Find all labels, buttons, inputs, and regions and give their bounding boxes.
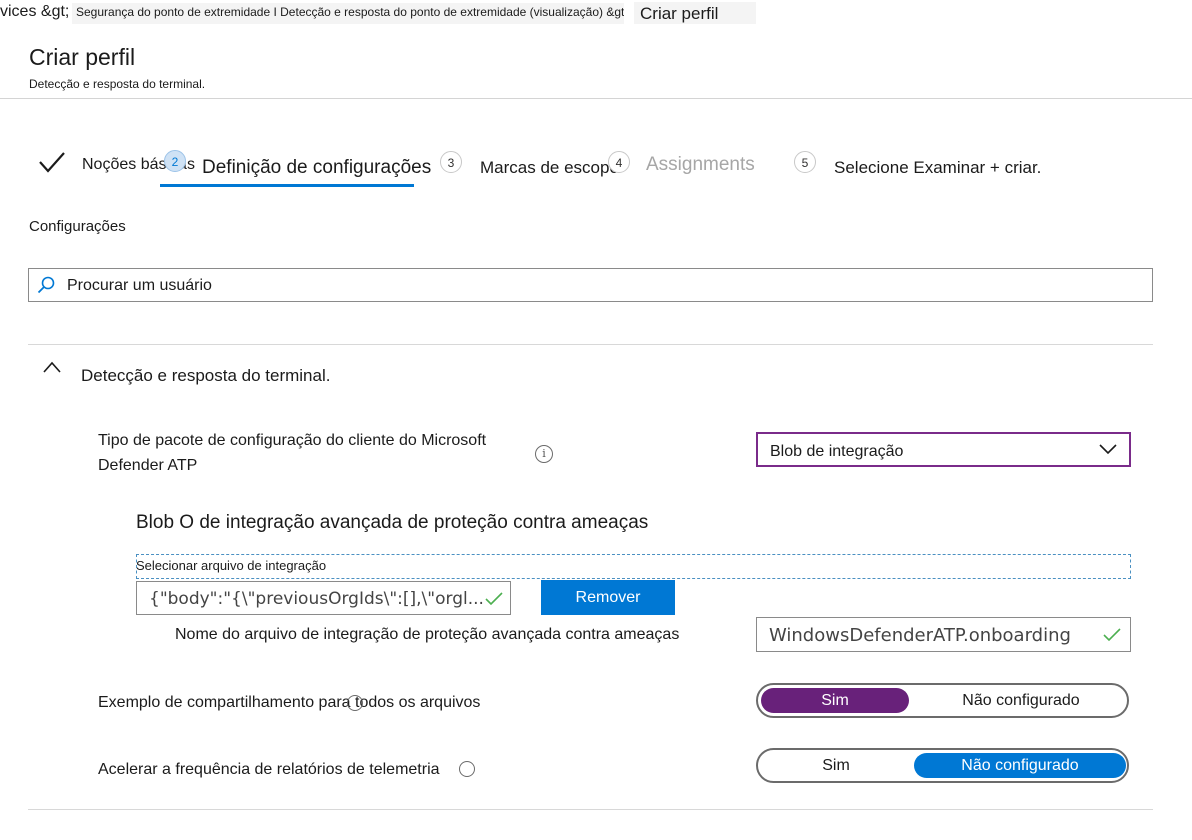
package-type-selected: Blob de integração xyxy=(770,443,904,460)
step-scope-tags[interactable]: Marcas de escopo xyxy=(480,158,619,178)
active-step-underline xyxy=(160,184,414,187)
onboarding-blob-heading: Blob O de integração avançada de proteçã… xyxy=(136,512,649,533)
file-select-label[interactable]: Selecionar arquivo de integração xyxy=(136,558,326,573)
chevron-down-icon xyxy=(1099,444,1117,455)
breadcrumb-devices[interactable]: vices &gt; xyxy=(0,3,69,21)
step-review-create[interactable]: Selecione Examinar + criar. xyxy=(834,158,1041,178)
package-type-dropdown[interactable]: Blob de integração xyxy=(756,432,1131,467)
step-number-3: 3 xyxy=(440,151,462,173)
valid-check-icon xyxy=(485,592,503,606)
package-type-label-line2: Defender ATP xyxy=(98,457,198,474)
step-assignments[interactable]: Assignments xyxy=(646,154,755,176)
section-title[interactable]: Detecção e resposta do terminal. xyxy=(81,366,330,386)
sample-sharing-yes[interactable]: Sim xyxy=(761,688,909,713)
step-number-5: 5 xyxy=(794,151,816,173)
step-configuration-settings[interactable]: Definição de configurações xyxy=(202,157,431,179)
info-icon[interactable] xyxy=(459,761,475,777)
search-placeholder: Procurar um usuário xyxy=(67,277,212,294)
valid-check-icon xyxy=(1103,628,1121,642)
package-type-label-line1: Tipo de pacote de configuração do client… xyxy=(98,432,487,449)
filename-value: WindowsDefenderATP.onboarding xyxy=(769,625,1071,646)
step-number-4: 4 xyxy=(608,151,630,173)
section-bottom-divider xyxy=(28,809,1153,810)
telemetry-yes[interactable]: Sim xyxy=(776,753,896,778)
step-number-2: 2 xyxy=(164,150,186,172)
step-complete-check-icon xyxy=(39,152,65,173)
telemetry-toggle[interactable]: Sim Não configurado xyxy=(756,748,1129,783)
breadcrumb-endpoint-security[interactable]: Segurança do ponto de extremidade I Dete… xyxy=(72,3,624,24)
header-divider xyxy=(0,98,1192,99)
search-input[interactable]: Procurar um usuário xyxy=(28,268,1153,302)
chevron-up-icon[interactable] xyxy=(42,360,62,374)
info-icon[interactable] xyxy=(347,695,363,711)
onboarding-file-field[interactable]: {"body":"{\"previousOrgIds\":[],\"orgl..… xyxy=(136,581,511,615)
page-title: Criar perfil xyxy=(29,44,136,70)
onboarding-file-value: {"body":"{\"previousOrgIds\":[],\"orgl..… xyxy=(149,589,484,609)
breadcrumb-current: Criar perfil xyxy=(634,2,756,24)
sample-sharing-not-configured[interactable]: Não configurado xyxy=(943,688,1099,713)
search-icon xyxy=(37,276,55,294)
telemetry-label: Acelerar a frequência de relatórios de t… xyxy=(98,761,440,778)
filename-field[interactable]: WindowsDefenderATP.onboarding xyxy=(756,617,1131,652)
filename-label: Nome do arquivo de integração de proteçã… xyxy=(175,626,680,643)
sample-sharing-toggle[interactable]: Sim Não configurado xyxy=(756,683,1129,718)
remove-button[interactable]: Remover xyxy=(541,580,675,615)
telemetry-not-configured[interactable]: Não configurado xyxy=(914,753,1126,778)
settings-label: Configurações xyxy=(29,218,126,235)
sample-sharing-label: Exemplo de compartilhamento para todos o… xyxy=(98,694,481,711)
page-subtitle: Detecção e resposta do terminal. xyxy=(29,77,206,91)
section-divider xyxy=(28,344,1153,345)
package-type-label: Tipo de pacote de configuração do client… xyxy=(98,428,486,478)
info-icon[interactable]: i xyxy=(535,445,553,463)
